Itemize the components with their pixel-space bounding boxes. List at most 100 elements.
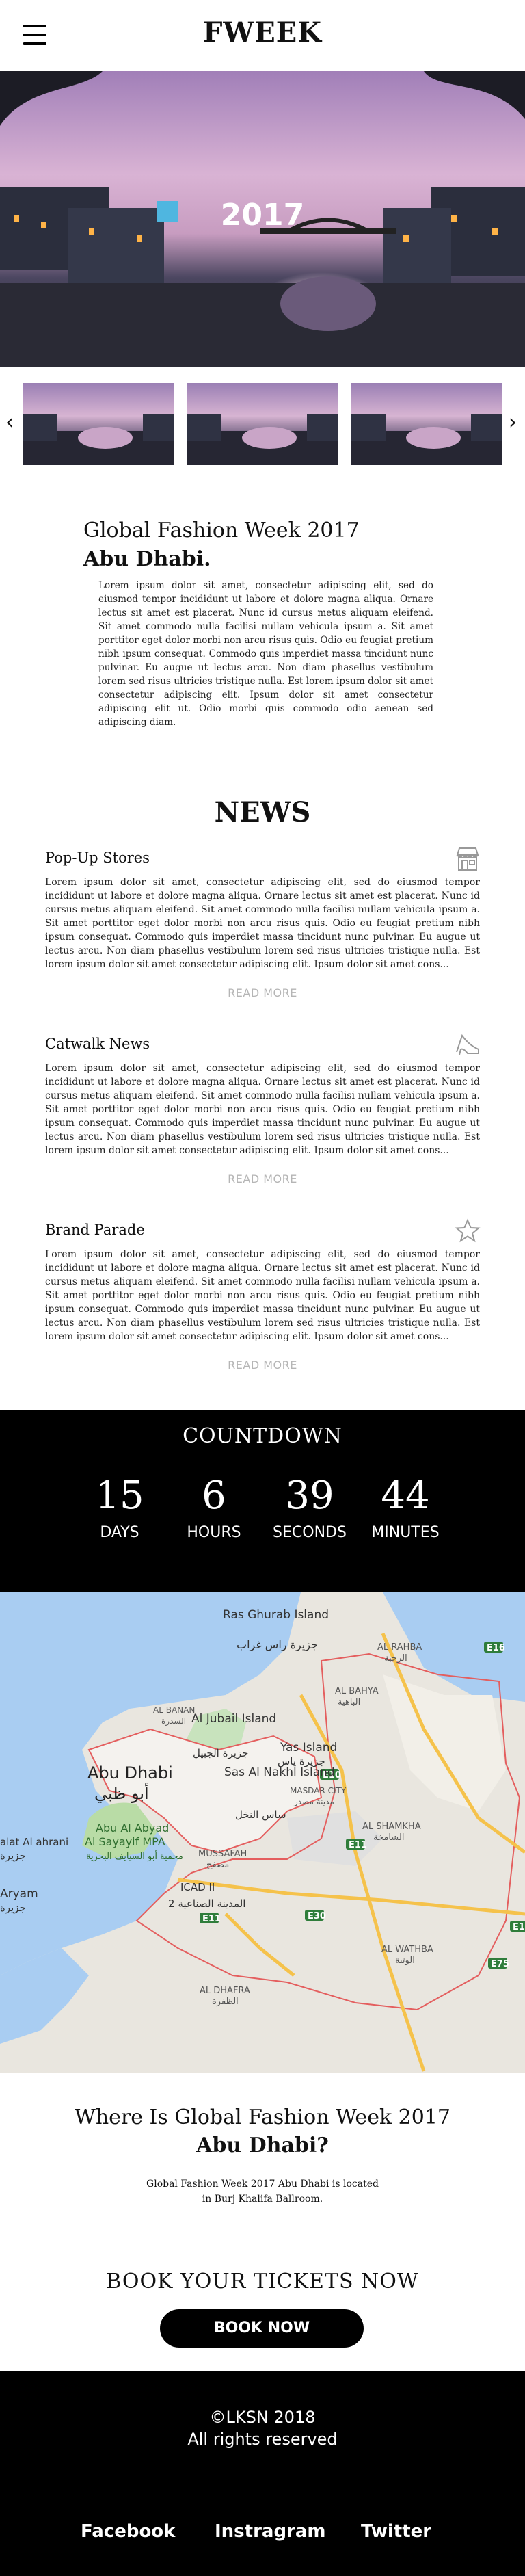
map-label: مدينة مصدر [293,1797,334,1807]
map-label: السدرة [161,1716,186,1726]
countdown-value: 15 [95,1473,144,1518]
location-map[interactable]: E16 E10 E11 E30 E11 E75 E12 Ras Ghurab I… [0,1592,525,2073]
svg-text:E11: E11 [202,1914,221,1924]
where-body: Global Fashion Week 2017 Abu Dhabi is lo… [0,2177,525,2207]
read-more-link[interactable]: READ MORE [45,986,480,999]
countdown-days: 15 DAYS [75,1472,164,1541]
map-svg: E16 E10 E11 E30 E11 E75 E12 Ras Ghurab I… [0,1592,525,2073]
news-item: Brand Parade Lorem ipsum dolor sit amet,… [45,1218,481,1371]
site-logo[interactable]: FWEEK [0,16,525,49]
copyright: ©LKSN 2018 All rights reserved [0,2406,525,2450]
map-label: مصفح [206,1860,229,1870]
map-label: Aryam [0,1887,38,1901]
map-label: Ras Ghurab Island [223,1608,329,1622]
countdown-value: 44 [381,1473,430,1518]
svg-text:E16: E16 [487,1643,505,1653]
map-label: المدينة الصناعية 2 [168,1897,245,1910]
news-item-title[interactable]: Catwalk News [45,1036,480,1052]
header: FWEEK [0,0,525,71]
carousel-thumbnail[interactable] [351,383,502,465]
where-line: Global Fashion Week 2017 Abu Dhabi is lo… [146,2179,379,2190]
star-icon [455,1218,481,1243]
news-item: Catwalk News Lorem ipsum dolor sit amet,… [45,1034,480,1185]
map-label: MASDAR CITY [290,1786,347,1796]
intro-body: Lorem ipsum dolor sit amet, consectetur … [98,580,433,728]
hero-image: 2017 [0,71,525,367]
read-more-link[interactable]: READ MORE [45,1358,480,1371]
hero-year: 2017 [220,198,305,233]
map-label: MUSSAFAH [198,1849,247,1859]
map-label: الشامخة [373,1832,404,1843]
countdown-value: 39 [285,1473,334,1518]
svg-text:E75: E75 [491,1959,509,1969]
where-subtitle: Abu Dhabi? [196,2133,329,2157]
thumbnail-carousel: ‹ › [0,380,525,469]
news-item-body: Lorem ipsum dolor sit amet, consectetur … [45,877,480,970]
where-section: Where Is Global Fashion Week 2017 Abu Dh… [0,2104,525,2207]
svg-text:E12: E12 [513,1922,525,1932]
map-label: AL BAHYA [335,1686,379,1696]
copyright-text: ©LKSN 2018 [209,2408,316,2427]
countdown-hours: 6 HOURS [170,1472,258,1541]
footer: ©LKSN 2018 All rights reserved Facebook … [0,2371,525,2576]
countdown-label: MINUTES [371,1524,440,1541]
map-label: ICAD II [180,1881,215,1893]
map-label: جزيرة راس غراب [237,1638,318,1652]
map-label: الرحبة [384,1653,407,1664]
map-label: محمية أبو السيايف البحرية [86,1850,183,1862]
map-label: AL SHAMKHA [362,1822,421,1832]
footer-link-facebook[interactable]: Facebook [81,2521,175,2542]
map-label: Abu Al Abyad [96,1822,169,1835]
map-label: Abu Dhabi [88,1763,173,1783]
map-label: Al Sayayif MPA [85,1835,165,1848]
map-label: الظفرة [212,1997,239,2007]
footer-link-twitter[interactable]: Twitter [361,2521,431,2542]
map-label: AL DHAFRA [200,1986,250,1996]
countdown-label: HOURS [187,1524,241,1541]
svg-text:E30: E30 [308,1911,326,1921]
map-label: Al Jubail Island [191,1712,276,1726]
map-label: Sas Al Nakhl Island [224,1765,335,1779]
store-icon [456,847,479,871]
countdown-seconds: 39 SECONDS [265,1472,354,1541]
map-label: AL BANAN [153,1705,195,1715]
chevron-right-icon[interactable]: › [509,410,517,434]
map-label: Yas Island [280,1741,337,1754]
map-label: جزيرة [0,1850,26,1862]
intro-title: Global Fashion Week 2017 [83,518,360,542]
book-now-button[interactable]: BOOK NOW [160,2309,364,2348]
carousel-thumbnail[interactable] [23,383,174,465]
countdown-title: COUNTDOWN [183,1424,342,1448]
news-heading: NEWS [214,796,311,828]
countdown-label: SECONDS [273,1524,347,1541]
booking-title: BOOK YOUR TICKETS NOW [106,2270,419,2294]
intro-subtitle: Abu Dhabi. [83,547,211,571]
map-label: جزيرة [0,1902,26,1914]
map-label: جزيرة الجبيل [193,1747,248,1759]
footer-link-instagram[interactable]: Instragram [215,2521,326,2542]
high-heel-icon [456,1034,479,1055]
map-label: AL WATHBA [381,1945,433,1955]
svg-text:E11: E11 [349,1840,367,1850]
map-label: الباهية [338,1697,360,1707]
news-item-title[interactable]: Brand Parade [45,1222,480,1238]
news-item-title[interactable]: Pop-Up Stores [45,850,480,866]
carousel-thumbnail[interactable] [187,383,338,465]
countdown-value: 6 [202,1473,226,1518]
map-label: AL RAHBA [377,1642,422,1653]
where-line: in Burj Khalifa Ballroom. [202,2194,323,2205]
countdown-label: DAYS [100,1524,139,1541]
map-label: أبو ظبي [94,1783,149,1803]
chevron-left-icon[interactable]: ‹ [5,410,14,434]
news-item-body: Lorem ipsum dolor sit amet, consectetur … [45,1249,480,1342]
map-label: ساس النخل [235,1809,286,1821]
news-item: Pop-Up Stores Lorem ipsum dolor sit amet… [45,847,480,999]
countdown-section: COUNTDOWN 15 DAYS 6 HOURS 39 SECONDS 44 … [0,1410,525,1592]
map-label: الوثبة [395,1956,415,1966]
map-label: alat Al ahrani [0,1836,68,1848]
read-more-link[interactable]: READ MORE [45,1172,480,1185]
where-title: Where Is Global Fashion Week 2017 [74,2105,451,2129]
news-item-body: Lorem ipsum dolor sit amet, consectetur … [45,1063,480,1156]
rights-text: All rights reserved [187,2430,338,2449]
countdown-minutes: 44 MINUTES [361,1472,450,1541]
